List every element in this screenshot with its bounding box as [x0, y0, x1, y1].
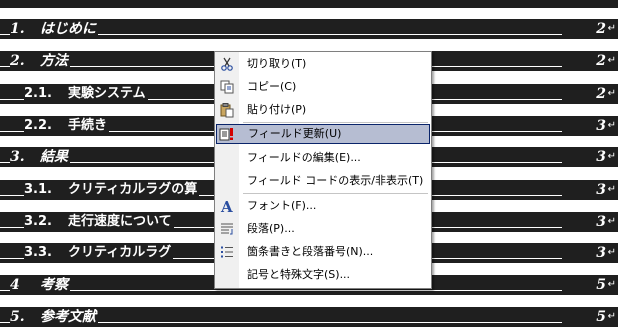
menu-item-symbols[interactable]: 記号と特殊文字(S)...: [216, 265, 430, 285]
toc-entry-page: 5: [596, 309, 606, 325]
toc-entry-page: 2: [596, 86, 606, 102]
menu-item-label: フォント(F)...: [247, 199, 317, 212]
menu-item-cut[interactable]: 切り取り(T): [216, 54, 430, 74]
bullets-icon: [221, 246, 233, 258]
toc-entry-page: 5: [596, 277, 606, 293]
toc-entry-title: クリティカルラグ: [68, 245, 174, 260]
menu-item-label: 段落(P)...: [247, 222, 295, 235]
menu-item-font[interactable]: A フォント(F)...: [216, 196, 430, 216]
menu-item-toggle-field-codes[interactable]: フィールド コードの表示/非表示(T): [216, 171, 430, 191]
toc-entry-title: 考察: [40, 277, 70, 293]
toc-entry-title: 手続き: [68, 118, 110, 133]
toc-entry-number: 3.2.: [24, 213, 68, 231]
menu-item-bullets-numbering[interactable]: 箇条書きと段落番号(N)...: [216, 242, 430, 262]
toc-entry-number: 5.: [10, 308, 40, 326]
toc-entry-number: 4: [10, 276, 40, 294]
menu-item-label: フィールドの編集(E)...: [247, 151, 361, 164]
toc-entry[interactable]: 5. 参考文献 5 ↵: [0, 307, 618, 327]
toc-entry-number: 2.: [10, 52, 40, 70]
paragraph-icon: [221, 223, 233, 235]
menu-item-label: コピー(C): [247, 80, 297, 93]
paragraph-mark-icon: ↵: [607, 120, 616, 131]
toc-entry-page: 2: [596, 53, 606, 69]
copy-icon: [220, 80, 234, 94]
toc-entry-page: 2: [596, 21, 606, 37]
paragraph-mark-icon: ↵: [607, 247, 616, 258]
update-field-icon: [219, 128, 233, 141]
toc-entry-title: 走行速度について: [68, 214, 174, 229]
svg-text:A: A: [220, 198, 233, 214]
paragraph-mark-icon: ↵: [607, 279, 616, 290]
toc-entry-title: クリティカルラグの算: [68, 182, 200, 197]
menu-item-paste[interactable]: 貼り付け(P): [216, 100, 430, 120]
toc-entry-page: 3: [596, 118, 606, 134]
menu-item-edit-field[interactable]: フィールドの編集(E)...: [216, 148, 430, 168]
menu-separator: [243, 193, 428, 194]
paste-icon: [220, 103, 234, 118]
toc-entry-number: 2.1.: [24, 85, 68, 103]
toc-entry-title: 結果: [40, 149, 70, 165]
toc-entry-page: 3: [596, 214, 606, 230]
menu-item-label: 切り取り(T): [247, 57, 307, 70]
scissors-icon: [221, 57, 233, 71]
paragraph-mark-icon: ↵: [607, 88, 616, 99]
toc-entry-page: 3: [596, 182, 606, 198]
toc-entry-number: 3.: [10, 148, 40, 166]
toc-entry-title: 参考文献: [40, 309, 98, 325]
paragraph-mark-icon: ↵: [607, 55, 616, 66]
paragraph-mark-icon: ↵: [607, 151, 616, 162]
toc-entry-title: 実験システム: [68, 86, 148, 101]
toc-entry-page: 3: [596, 149, 606, 165]
toc-entry-number: 1.: [10, 20, 40, 38]
toc-entry-title: はじめに: [40, 21, 98, 37]
paragraph-mark-icon: ↵: [607, 184, 616, 195]
field-shading-top: [0, 0, 618, 8]
paragraph-mark-icon: ↵: [607, 23, 616, 34]
toc-entry-number: 3.1.: [24, 181, 68, 199]
toc-entry-title: 方法: [40, 53, 70, 69]
toc-entry-number: 2.2.: [24, 117, 68, 135]
menu-separator: [243, 122, 428, 123]
menu-item-copy[interactable]: コピー(C): [216, 77, 430, 97]
menu-item-label: 貼り付け(P): [247, 103, 307, 116]
menu-item-update-field[interactable]: フィールド更新(U): [216, 124, 430, 144]
paragraph-mark-icon: ↵: [607, 216, 616, 227]
toc-entry-page: 3: [596, 245, 606, 261]
menu-item-paragraph[interactable]: 段落(P)...: [216, 219, 430, 239]
paragraph-mark-icon: ↵: [607, 311, 616, 322]
toc-entry-number: 3.3.: [24, 244, 68, 262]
menu-item-label: 箇条書きと段落番号(N)...: [247, 245, 374, 258]
menu-item-label: フィールド コードの表示/非表示(T): [247, 174, 424, 187]
menu-item-label: フィールド更新(U): [248, 127, 342, 140]
font-icon: A: [220, 198, 233, 214]
toc-entry[interactable]: 1. はじめに 2 ↵: [0, 19, 618, 39]
menu-item-label: 記号と特殊文字(S)...: [247, 268, 351, 281]
context-menu: 切り取り(T) コピー(C) 貼り付け(P) フィールド更新(U) フィールドの…: [214, 51, 432, 289]
